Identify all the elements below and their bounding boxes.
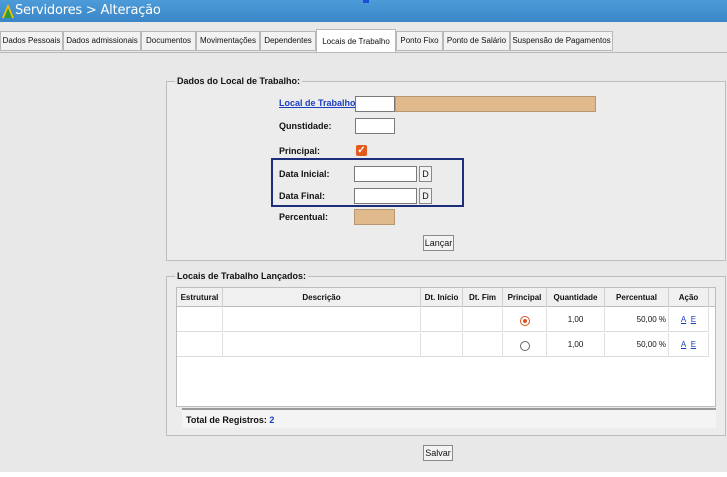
col-principal: Principal	[503, 288, 547, 307]
data-final-picker-button[interactable]: D	[419, 188, 432, 204]
data-final-input[interactable]	[354, 188, 417, 204]
title-bar-marker	[363, 0, 369, 3]
cell-descricao	[223, 308, 421, 332]
local-trabalho-description-field	[395, 96, 596, 112]
total-count: 2	[269, 415, 275, 425]
tab-divider	[0, 52, 727, 53]
cell-acao: A E	[669, 333, 709, 357]
col-dt-fim: Dt. Fim	[463, 288, 503, 307]
tab-bar: Dados Pessoais Dados admissionais Docume…	[0, 29, 727, 53]
tab-dados-admissionais[interactable]: Dados admissionais	[63, 31, 141, 51]
bottom-strip	[0, 472, 727, 477]
principal-checkbox[interactable]: ✓	[356, 145, 367, 156]
cell-quantidade: 1,00	[547, 333, 605, 357]
form-legend: Dados do Local de Trabalho:	[175, 76, 303, 86]
cell-principal	[503, 333, 547, 357]
cell-percentual: 50,00 %	[605, 308, 669, 332]
principal-radio-selected[interactable]	[520, 316, 530, 326]
cell-dt-fim	[463, 308, 503, 332]
list-legend: Locais de Trabalho Lançados:	[175, 271, 309, 281]
locais-table: Estrutural Descrição Dt. Início Dt. Fim …	[176, 287, 716, 407]
data-final-label: Data Final:	[279, 191, 326, 201]
total-label: Total de Registros:	[186, 415, 267, 425]
cell-percentual: 50,00 %	[605, 333, 669, 357]
percentual-field	[354, 209, 395, 225]
tab-movimentacoes[interactable]: Movimentações	[196, 31, 260, 51]
col-percentual: Percentual	[605, 288, 669, 307]
window-title-bar: Servidores > Alteração	[0, 0, 727, 22]
cell-principal	[503, 308, 547, 332]
table-row: 1,00 50,00 % A E	[177, 308, 709, 332]
cell-dt-inicio	[421, 308, 463, 332]
quantidade-label: Qunstidade:	[279, 121, 332, 131]
data-inicial-picker-button[interactable]: D	[419, 166, 432, 182]
window-title: Servidores > Alteração	[15, 3, 161, 18]
table-row: 1,00 50,00 % A E	[177, 333, 709, 357]
excluir-link[interactable]: E	[691, 315, 696, 324]
app-logo-icon	[2, 4, 14, 18]
col-quantidade: Quantidade	[547, 288, 605, 307]
col-estrutural: Estrutural	[177, 288, 223, 307]
quantidade-input[interactable]	[355, 118, 395, 134]
tab-documentos[interactable]: Documentos	[141, 31, 196, 51]
cell-descricao	[223, 333, 421, 357]
principal-label: Principal:	[279, 146, 321, 156]
alterar-link[interactable]: A	[681, 340, 686, 349]
excluir-link[interactable]: E	[691, 340, 696, 349]
data-inicial-input[interactable]	[354, 166, 417, 182]
alterar-link[interactable]: A	[681, 315, 686, 324]
local-trabalho-code-input[interactable]	[355, 96, 395, 112]
tab-suspensao-de-pagamentos[interactable]: Suspensão de Pagamentos	[510, 31, 613, 51]
cell-dt-inicio	[421, 333, 463, 357]
percentual-label: Percentual:	[279, 212, 329, 222]
local-trabalho-link[interactable]: Local de Trabalho:	[279, 98, 359, 108]
tab-dependentes[interactable]: Dependentes	[260, 31, 316, 51]
tab-ponto-fixo[interactable]: Ponto Fixo	[396, 31, 443, 51]
data-inicial-label: Data Inicial:	[279, 169, 330, 179]
cell-dt-fim	[463, 333, 503, 357]
lancar-button[interactable]: Lançar	[423, 235, 454, 251]
table-footer: Total de Registros: 2	[182, 408, 716, 428]
cell-estrutural	[177, 308, 223, 332]
col-acao: Ação	[669, 288, 709, 307]
col-descricao: Descrição	[223, 288, 421, 307]
tab-locais-de-trabalho[interactable]: Locais de Trabalho	[316, 29, 396, 53]
tab-dados-pessoais[interactable]: Dados Pessoais	[0, 31, 63, 51]
col-dt-inicio: Dt. Início	[421, 288, 463, 307]
cell-quantidade: 1,00	[547, 308, 605, 332]
principal-radio[interactable]	[520, 341, 530, 351]
cell-acao: A E	[669, 308, 709, 332]
tab-ponto-de-salario[interactable]: Ponto de Salário	[443, 31, 510, 51]
salvar-button[interactable]: Salvar	[423, 445, 453, 461]
cell-estrutural	[177, 333, 223, 357]
table-header: Estrutural Descrição Dt. Início Dt. Fim …	[177, 288, 715, 307]
